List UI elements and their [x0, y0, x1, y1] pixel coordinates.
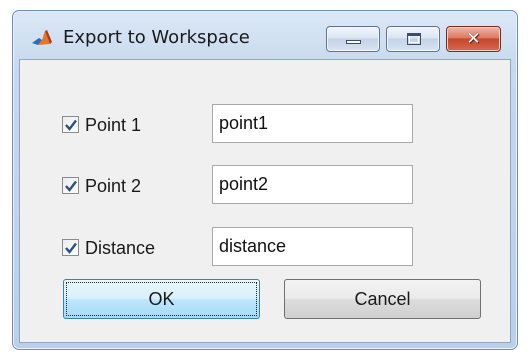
title-bar[interactable]: Export to Workspace ✕	[13, 11, 517, 59]
minimize-icon	[346, 40, 361, 44]
maximize-button[interactable]	[386, 26, 440, 52]
distance-checkbox[interactable]	[62, 239, 79, 256]
distance-variable-field[interactable]: distance	[212, 227, 413, 266]
ok-button[interactable]: OK	[63, 279, 260, 319]
point1-checkbox[interactable]	[62, 116, 79, 133]
checkmark-icon	[65, 180, 77, 192]
dialog-content: Point 1 point1 Point 2 point2 Distance d…	[19, 59, 511, 343]
point2-checkbox[interactable]	[62, 177, 79, 194]
checkmark-icon	[65, 119, 77, 131]
window-title: Export to Workspace	[63, 27, 250, 48]
point1-label: Point 1	[85, 115, 142, 135]
maximize-icon	[407, 33, 421, 45]
matlab-logo-icon	[31, 27, 53, 49]
point1-variable-field[interactable]: point1	[212, 104, 413, 143]
distance-label: Distance	[85, 238, 156, 258]
export-row-distance: Distance distance	[20, 227, 510, 267]
close-button[interactable]: ✕	[446, 26, 501, 52]
point2-label: Point 2	[85, 176, 142, 196]
export-row-point1: Point 1 point1	[20, 104, 510, 144]
close-icon: ✕	[466, 29, 481, 49]
cancel-button[interactable]: Cancel	[284, 279, 481, 319]
minimize-button[interactable]	[326, 26, 380, 52]
point2-variable-field[interactable]: point2	[212, 165, 413, 204]
export-row-point2: Point 2 point2	[20, 165, 510, 205]
export-dialog-window: Export to Workspace ✕ Point 1 point1 Poi…	[12, 10, 518, 350]
checkmark-icon	[65, 242, 77, 254]
